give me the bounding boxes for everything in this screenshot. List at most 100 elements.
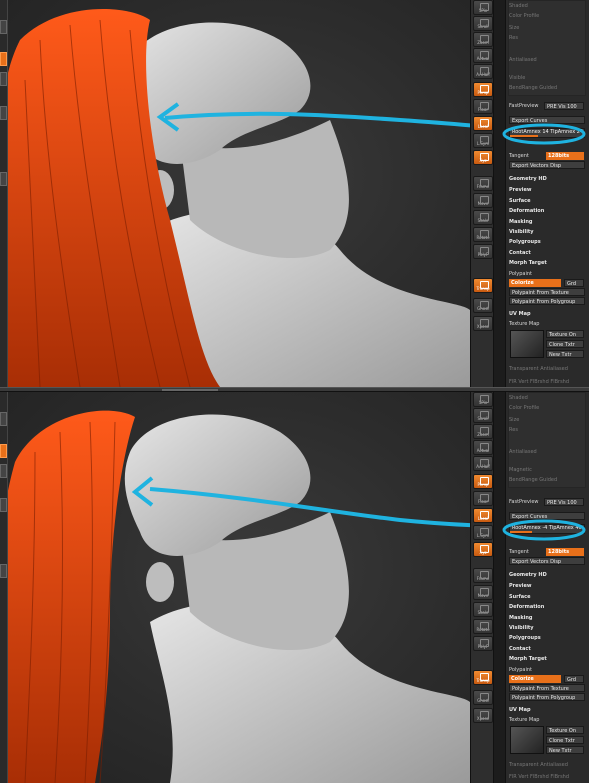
ghost-button[interactable]: Ghost	[473, 690, 493, 705]
scale-button[interactable]: Scale	[473, 602, 493, 617]
xpose-button[interactable]: Xpose	[473, 708, 493, 723]
texture-thumbnail[interactable]	[510, 330, 544, 358]
menu-morph-target[interactable]: Morph Target	[509, 655, 585, 663]
shelf-tab[interactable]	[0, 564, 7, 578]
menu-polypaint[interactable]: Polypaint	[509, 270, 585, 278]
polypaint-from-texture-button[interactable]: Polypaint From Texture	[509, 288, 585, 296]
scale-button[interactable]: Scale	[473, 210, 493, 225]
scroll-button[interactable]: Scroll	[473, 16, 493, 31]
ghost-button[interactable]: Ghost	[473, 298, 493, 313]
shelf-tab[interactable]	[0, 464, 7, 478]
fast-preview-value[interactable]: PRE Vis 100	[544, 102, 584, 110]
menu-masking[interactable]: Masking	[509, 218, 585, 226]
spix-button[interactable]: SPix	[473, 392, 493, 407]
root-tip-bar	[510, 135, 538, 137]
menu-uv-map[interactable]: UV Map	[509, 310, 585, 318]
lsym-button[interactable]: L.Sym	[473, 133, 493, 148]
root-tip-slider[interactable]: RootAmnex -4 TipAmnex 40	[509, 524, 585, 534]
spix-button[interactable]: SPix	[473, 0, 493, 15]
actual-button[interactable]: Actual	[473, 440, 493, 455]
persp-button[interactable]: Persp	[473, 82, 493, 97]
divider-grip[interactable]	[162, 389, 218, 391]
shelf-tab-active[interactable]	[0, 52, 7, 66]
rotate-button[interactable]: Rotate	[473, 619, 493, 634]
texture-on-button[interactable]: Texture On	[546, 726, 584, 734]
polypaint-from-polygroup-button[interactable]: Polypaint From Polygroup	[509, 693, 585, 701]
menu-surface[interactable]: Surface	[509, 197, 585, 205]
shelf-tab-active[interactable]	[0, 444, 7, 458]
menu-geometry-hd[interactable]: Geometry HD	[509, 571, 585, 579]
menu-preview[interactable]: Preview	[509, 582, 585, 590]
xyz-button[interactable]: Xyz	[473, 542, 493, 557]
menu-masking[interactable]: Masking	[509, 614, 585, 622]
polypaint-from-texture-button[interactable]: Polypaint From Texture	[509, 684, 585, 692]
texture-on-button[interactable]: Texture On	[546, 330, 584, 338]
menu-contact[interactable]: Contact	[509, 249, 585, 257]
clone-txtr-button[interactable]: Clone Txtr	[546, 340, 584, 348]
menu-surface[interactable]: Surface	[509, 593, 585, 601]
move-button[interactable]: Move	[473, 585, 493, 600]
shelf-tab[interactable]	[0, 412, 7, 426]
export-curves-button[interactable]: Export Curves	[509, 116, 585, 124]
menu-geometry-hd[interactable]: Geometry HD	[509, 175, 585, 183]
menu-visibility[interactable]: Visibility	[509, 228, 585, 236]
fast-preview-value[interactable]: PRE Vis 100	[544, 498, 584, 506]
aahalf-button[interactable]: AAHalf	[473, 64, 493, 79]
menu-texture-map[interactable]: Texture Map	[509, 716, 585, 724]
polyf-button[interactable]: PolyF	[473, 636, 493, 651]
tangent-value[interactable]: 128bits	[546, 152, 584, 160]
actual-button[interactable]: Actual	[473, 48, 493, 63]
clone-txtr-button[interactable]: Clone Txtr	[546, 736, 584, 744]
zoom-button[interactable]: Zoom	[473, 32, 493, 47]
shelf-tab[interactable]	[0, 72, 7, 86]
new-txtr-button[interactable]: New Txtr	[546, 350, 584, 358]
floor-button[interactable]: Floor	[473, 99, 493, 114]
root-tip-slider[interactable]: RootAmnex 14 TipAmnex 24	[509, 128, 585, 138]
local-button[interactable]: Local	[473, 508, 493, 523]
grd-button[interactable]: Grd	[564, 279, 584, 287]
menu-polygroups[interactable]: Polygroups	[509, 634, 585, 642]
aahalf-button[interactable]: AAHalf	[473, 456, 493, 471]
menu-contact[interactable]: Contact	[509, 645, 585, 653]
polyf-button[interactable]: PolyF	[473, 244, 493, 259]
local-button[interactable]: Local	[473, 116, 493, 131]
shelf-tab[interactable]	[0, 106, 7, 120]
persp-button[interactable]: Persp	[473, 474, 493, 489]
viewport-top[interactable]	[0, 0, 470, 387]
frame-button[interactable]: Frame	[473, 176, 493, 191]
grd-button[interactable]: Grd	[564, 675, 584, 683]
menu-visibility[interactable]: Visibility	[509, 624, 585, 632]
transp-button[interactable]: Transp	[473, 670, 493, 685]
shelf-tab[interactable]	[0, 172, 7, 186]
menu-polypaint[interactable]: Polypaint	[509, 666, 585, 674]
xyz-button[interactable]: Xyz	[473, 150, 493, 165]
viewport-bottom[interactable]	[0, 392, 470, 783]
texture-thumbnail[interactable]	[510, 726, 544, 754]
shelf-tab[interactable]	[0, 20, 7, 34]
zoom-button[interactable]: Zoom	[473, 424, 493, 439]
polypaint-from-polygroup-button[interactable]: Polypaint From Polygroup	[509, 297, 585, 305]
menu-uv-map[interactable]: UV Map	[509, 706, 585, 714]
xpose-button[interactable]: Xpose	[473, 316, 493, 331]
new-txtr-button[interactable]: New Txtr	[546, 746, 584, 754]
menu-polygroups[interactable]: Polygroups	[509, 238, 585, 246]
menu-texture-map[interactable]: Texture Map	[509, 320, 585, 328]
scroll-button[interactable]: Scroll	[473, 408, 493, 423]
colorize-toggle[interactable]: Colorize	[509, 675, 561, 683]
tangent-value[interactable]: 128bits	[546, 548, 584, 556]
shelf-tab[interactable]	[0, 498, 7, 512]
menu-deformation[interactable]: Deformation	[509, 603, 585, 611]
menu-preview[interactable]: Preview	[509, 186, 585, 194]
menu-deformation[interactable]: Deformation	[509, 207, 585, 215]
move-button[interactable]: Move	[473, 193, 493, 208]
export-curves-button[interactable]: Export Curves	[509, 512, 585, 520]
rotate-button[interactable]: Rotate	[473, 227, 493, 242]
lsym-button[interactable]: L.Sym	[473, 525, 493, 540]
export-vectors-button[interactable]: Export Vectors Disp	[509, 557, 585, 565]
colorize-toggle[interactable]: Colorize	[509, 279, 561, 287]
frame-button[interactable]: Frame	[473, 568, 493, 583]
menu-morph-target[interactable]: Morph Target	[509, 259, 585, 267]
export-vectors-button[interactable]: Export Vectors Disp	[509, 161, 585, 169]
floor-button[interactable]: Floor	[473, 491, 493, 506]
transp-button[interactable]: Transp	[473, 278, 493, 293]
